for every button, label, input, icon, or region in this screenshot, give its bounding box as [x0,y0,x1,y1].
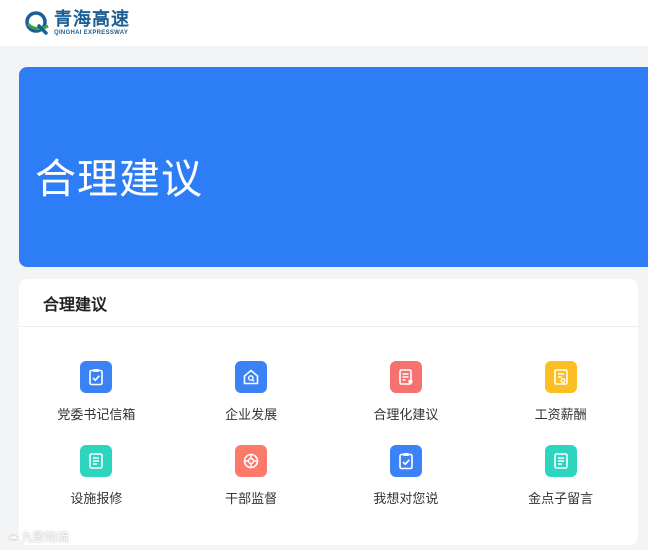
menu-item-label: 合理化建议 [373,407,439,422]
banner-title: 合理建议 [35,156,203,202]
document-list-icon [80,445,113,477]
menu-item-label: 金点子留言 [528,491,594,506]
menu-item-label: 干部监督 [225,491,278,506]
section-title: 合理建议 [43,296,108,314]
logo-q-icon [24,10,50,36]
menu-item-speak-to-you[interactable]: 我想对您说 [329,445,484,507]
menu-item-label: 我想对您说 [373,491,439,506]
receipt-icon [544,361,577,393]
house-search-icon [235,361,268,393]
suggestion-card: 合理建议 党委书记信箱 企业发展 合理化建议 工资薪酬 设施报修 干部监督 我想… [19,279,638,545]
menu-item-facility-repair[interactable]: 设施报修 [19,445,174,507]
menu-grid: 党委书记信箱 企业发展 合理化建议 工资薪酬 设施报修 干部监督 我想对您说 金… [19,361,638,507]
menu-item-golden-idea-message[interactable]: 金点子留言 [483,445,638,507]
menu-item-label: 工资薪酬 [534,407,587,422]
menu-item-cadre-supervision[interactable]: 干部监督 [174,445,329,507]
logo-text-cn: 青海高速 [54,9,130,29]
menu-item-party-secretary-mailbox[interactable]: 党委书记信箱 [19,361,174,423]
hero-banner: 合理建议 [19,67,648,267]
menu-item-salary[interactable]: 工资薪酬 [483,361,638,423]
document-edit-icon [389,361,422,393]
menu-item-label: 设施报修 [70,491,123,506]
watermark: ☁ 九歌物流 [8,528,69,545]
logo-text-en: QINGHAI EXPRESSWAY [54,30,129,36]
clipboard-check-icon [389,445,422,477]
menu-item-label: 企业发展 [225,407,278,422]
document-list-icon [544,445,577,477]
menu-item-enterprise-development[interactable]: 企业发展 [174,361,329,423]
menu-item-label: 党委书记信箱 [57,407,136,422]
menu-item-rationalization-proposal[interactable]: 合理化建议 [329,361,484,423]
top-header: 青海高速 QINGHAI EXPRESSWAY [0,0,648,46]
clipboard-check-icon [80,361,113,393]
watermark-icon: ☁ [8,531,18,542]
company-logo[interactable]: 青海高速 QINGHAI EXPRESSWAY [24,10,130,36]
watermark-text: 九歌物流 [21,530,70,544]
card-header: 合理建议 [19,279,638,327]
radar-icon [235,445,268,477]
